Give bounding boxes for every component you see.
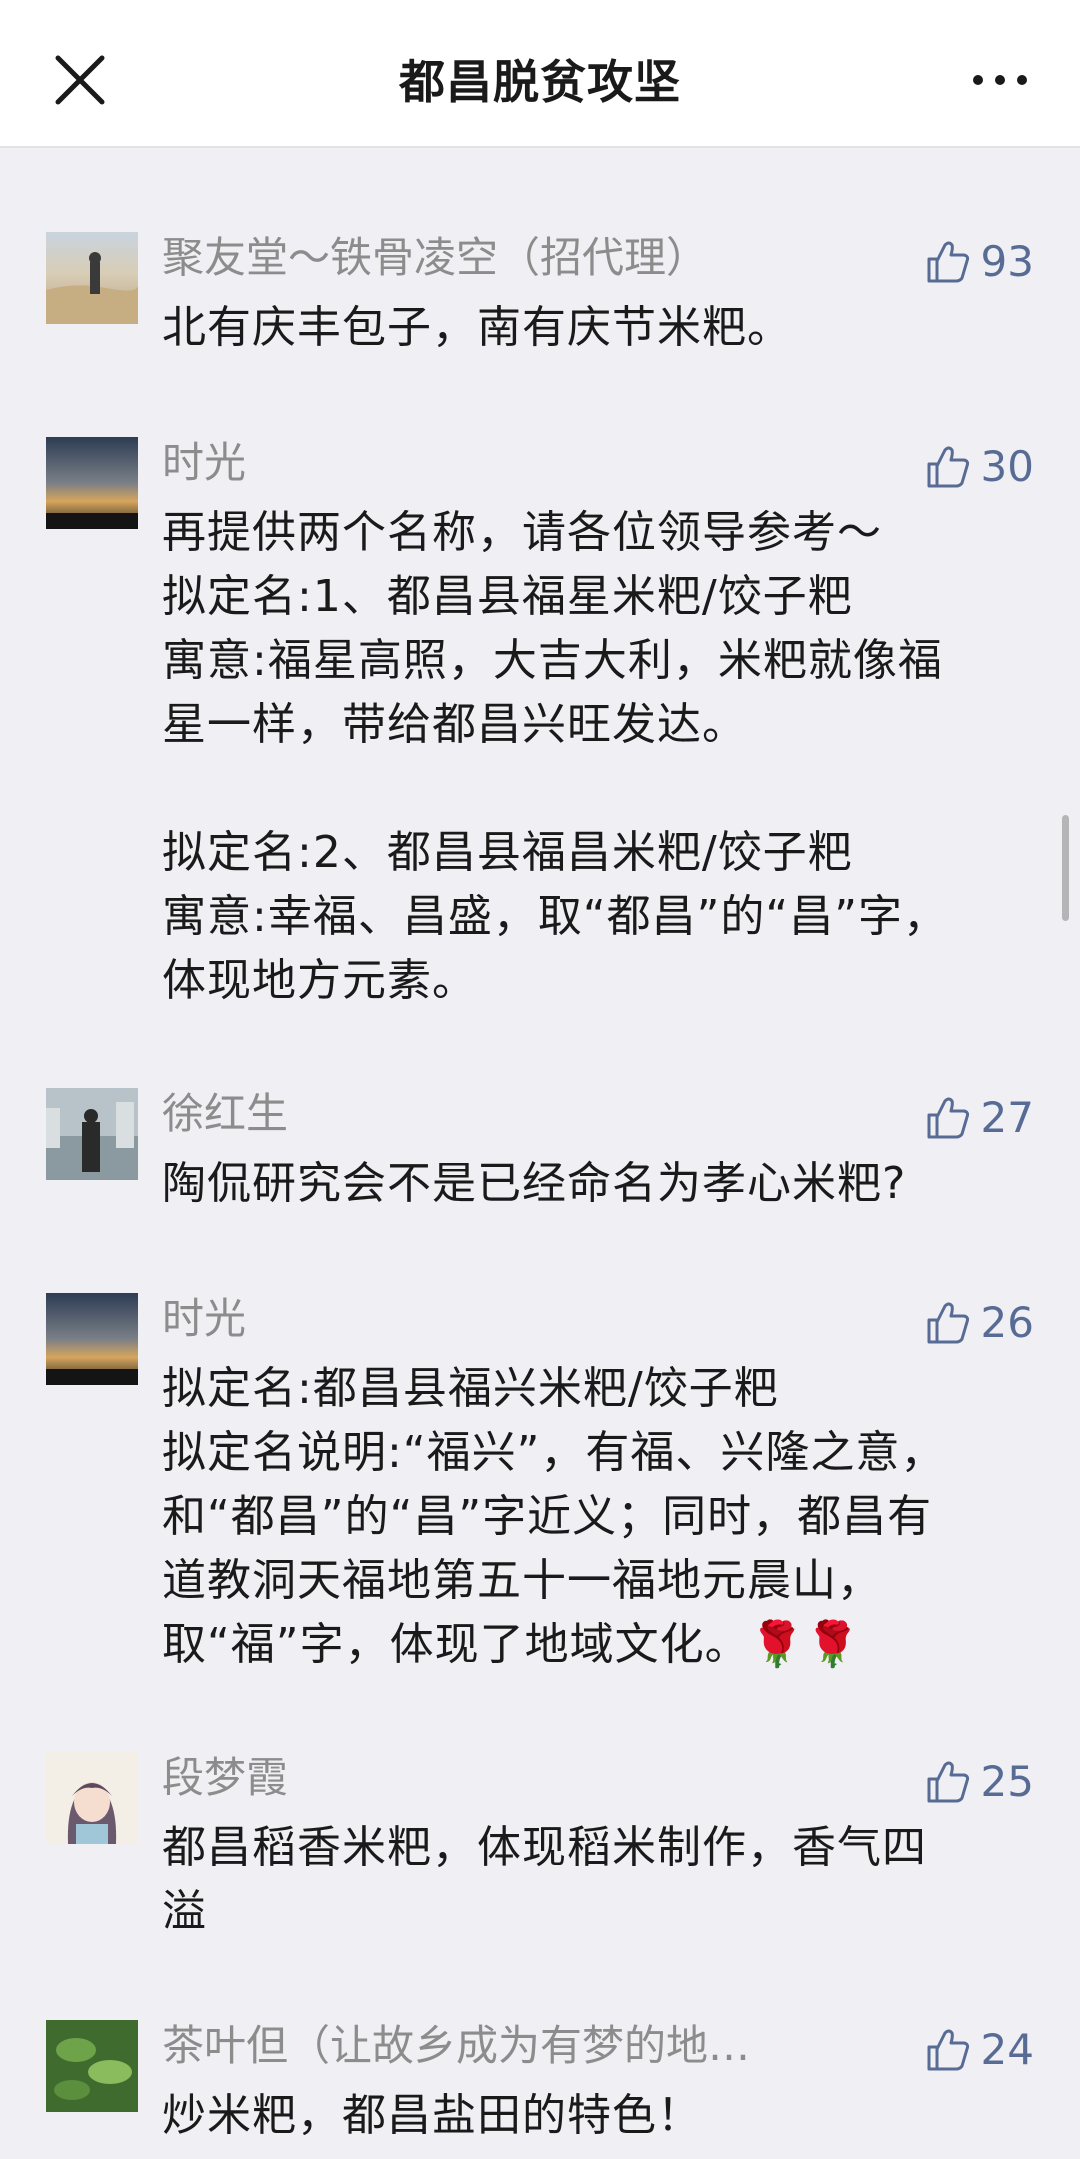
- like-button[interactable]: 25: [925, 1756, 1034, 1808]
- scrollbar[interactable]: [1062, 815, 1069, 921]
- like-button[interactable]: 26: [925, 1297, 1034, 1349]
- like-count: 24: [980, 2025, 1034, 2074]
- thumbs-up-icon: [927, 2029, 969, 2071]
- more-icon[interactable]: [970, 70, 1030, 90]
- comment-author[interactable]: 徐红生: [162, 1088, 802, 1140]
- like-count: 30: [980, 442, 1034, 491]
- comment-author[interactable]: 时光: [162, 437, 802, 489]
- thumbs-up-icon: [927, 241, 969, 283]
- like-button[interactable]: 24: [925, 2024, 1034, 2076]
- avatar[interactable]: [46, 232, 138, 324]
- thumbs-up-icon: [927, 446, 969, 488]
- like-count: 26: [980, 1298, 1034, 1347]
- comment-text: 陶侃研究会不是已经命名为孝心米粑?: [162, 1158, 907, 1209]
- comment-author[interactable]: 时光: [162, 1293, 802, 1345]
- comment-author[interactable]: 茶叶但（让故乡成为有梦的地…: [162, 2020, 802, 2072]
- comment-text: 北有庆丰包子，南有庆节米粑。: [162, 302, 792, 353]
- avatar[interactable]: [46, 437, 138, 529]
- comment-author[interactable]: 聚友堂～铁骨凌空（招代理）: [162, 232, 802, 284]
- thumbs-up-icon: [927, 1761, 969, 1803]
- like-count: 27: [980, 1093, 1034, 1142]
- comment-text: 拟定名:都昌县福兴米粑/饺子粑 拟定名说明:“福兴”，有福、兴隆之意， 和“都昌…: [162, 1363, 946, 1670]
- page-title: 都昌脱贫攻坚: [399, 55, 681, 109]
- avatar[interactable]: [46, 2020, 138, 2112]
- like-count: 25: [980, 1757, 1034, 1806]
- avatar[interactable]: [46, 1293, 138, 1385]
- avatar[interactable]: [46, 1752, 138, 1844]
- avatar[interactable]: [46, 1088, 138, 1180]
- navigation-bar: 都昌脱贫攻坚: [0, 0, 1080, 148]
- comment-text: 再提供两个名称，请各位领导参考～ 拟定名:1、都昌县福星米粑/饺子粑 寓意:福星…: [162, 507, 949, 1006]
- comment-author[interactable]: 段梦霞: [162, 1752, 802, 1804]
- thumbs-up-icon: [927, 1302, 969, 1344]
- like-button[interactable]: 93: [925, 236, 1034, 288]
- like-button[interactable]: 30: [925, 441, 1034, 493]
- comment-text: 都昌稻香米粑，体现稻米制作，香气四 溢: [162, 1822, 927, 1937]
- like-count: 93: [980, 237, 1034, 286]
- comment-text: 炒米粑，都昌盐田的特色！: [162, 2090, 702, 2141]
- article-comments-screen: 都昌脱贫攻坚 聚友堂～铁骨凌空（招代理） 93 北有庆丰包子，南有庆节米粑。 时…: [0, 0, 1080, 2159]
- like-button[interactable]: 27: [925, 1092, 1034, 1144]
- thumbs-up-icon: [927, 1097, 969, 1139]
